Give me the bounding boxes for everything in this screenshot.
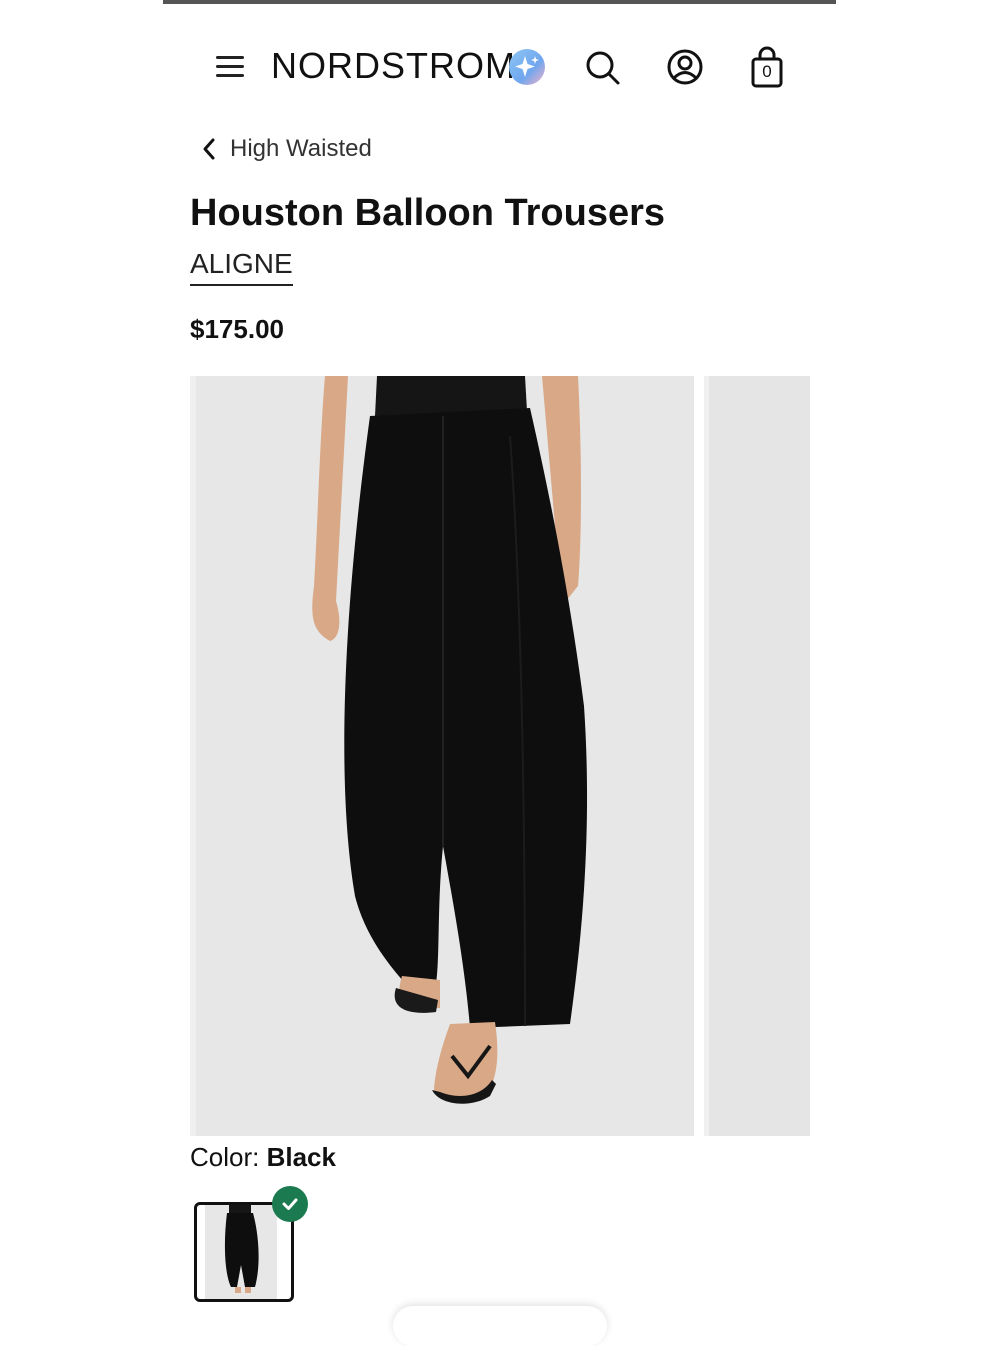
site-header: NORDSTROM 0 (163, 40, 836, 92)
color-label: Color: (190, 1142, 260, 1172)
search-icon[interactable] (583, 48, 623, 88)
account-icon[interactable] (665, 47, 705, 87)
product-image-gallery[interactable] (190, 376, 810, 1136)
top-status-bar (163, 0, 836, 4)
brand-link[interactable]: ALIGNE (190, 246, 293, 286)
chevron-left-icon (203, 138, 215, 160)
menu-button[interactable] (216, 52, 246, 80)
swatch-thumbnail (205, 1205, 277, 1299)
color-label-row: Color: Black (190, 1140, 336, 1174)
product-title: Houston Balloon Trousers (190, 192, 666, 234)
color-selected: Black (266, 1142, 336, 1172)
bag-button[interactable]: 0 (749, 46, 789, 88)
breadcrumb-label: High Waisted (230, 135, 372, 162)
menu-icon (216, 56, 244, 59)
bag-count: 0 (762, 62, 772, 81)
menu-icon-line (216, 74, 244, 77)
menu-icon-line (216, 65, 244, 68)
product-price: $175.00 (190, 314, 284, 344)
product-image-main[interactable] (190, 376, 694, 1136)
sparkle-icon[interactable] (508, 48, 548, 88)
selected-check-icon (272, 1186, 308, 1222)
bottom-floating-button[interactable] (393, 1306, 607, 1346)
image-edge (704, 376, 709, 1136)
breadcrumb[interactable]: High Waisted (198, 131, 372, 167)
nordstrom-logo[interactable]: NORDSTROM (271, 46, 516, 86)
product-image-next[interactable] (704, 376, 810, 1136)
product-photo (312, 376, 588, 1104)
